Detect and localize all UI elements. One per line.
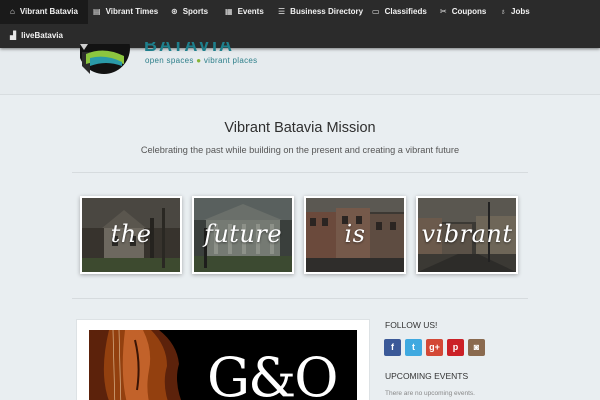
tile-the[interactable]: the xyxy=(80,196,182,274)
ball-icon: ⊛ xyxy=(171,7,178,16)
list-icon: ☰ xyxy=(278,7,286,16)
logo-wordmark: BATAVIA xyxy=(144,42,234,52)
tile-photo: future xyxy=(194,198,292,272)
tagline-separator: ● xyxy=(196,56,202,65)
tile-future[interactable]: future xyxy=(192,196,294,274)
tile-word: is xyxy=(344,220,366,248)
google-plus-icon[interactable]: g+ xyxy=(426,339,443,356)
nav-item-jobs[interactable]: ♁ Jobs xyxy=(500,0,530,24)
upcoming-events-heading: UPCOMING EVENTS xyxy=(385,371,469,381)
document-icon: ▭ xyxy=(372,7,380,16)
nav-item-business-directory[interactable]: ☰ Business Directory xyxy=(278,0,363,24)
nav-label: Classifieds xyxy=(384,7,427,16)
featured-logo-text: G&O xyxy=(207,346,338,400)
divider xyxy=(72,172,528,173)
divider xyxy=(72,298,528,299)
mission-title: Vibrant Batavia Mission xyxy=(224,120,376,136)
follow-us-heading: FOLLOW US! xyxy=(385,320,438,330)
logo-tagline: open spaces ● vibrant places xyxy=(145,56,257,65)
tagline-left: open spaces xyxy=(145,56,194,65)
twitter-icon[interactable]: t xyxy=(405,339,422,356)
tile-word: future xyxy=(203,220,283,248)
tagline-right: vibrant places xyxy=(203,56,258,65)
no-events-text: There are no upcoming events. xyxy=(385,390,475,397)
newspaper-icon: ▤ xyxy=(93,7,101,16)
pinterest-icon[interactable]: p xyxy=(447,339,464,356)
featured-image[interactable]: G&O xyxy=(89,330,357,400)
featured-post: G&O xyxy=(76,319,370,400)
top-navigation: ⌂ Vibrant Batavia ▤ Vibrant Times ⊛ Sports … xyxy=(0,0,600,48)
nav-label: Jobs xyxy=(511,7,530,16)
nav-item-vibrant-batavia[interactable]: ⌂ Vibrant Batavia xyxy=(0,0,88,24)
scissors-icon: ✂ xyxy=(440,7,447,16)
tile-is[interactable]: is xyxy=(304,196,406,274)
nav-label: Vibrant Batavia xyxy=(19,7,78,16)
tile-vibrant[interactable]: vibrant xyxy=(416,196,518,274)
nav-item-sports[interactable]: ⊛ Sports xyxy=(171,0,208,24)
site-logo[interactable] xyxy=(80,44,140,78)
nav-label: Business Directory xyxy=(290,7,364,16)
nav-label: Coupons xyxy=(451,7,487,16)
nav-label: Sports xyxy=(182,7,209,16)
pin-icon: ♁ xyxy=(500,7,506,16)
nav-label: Events xyxy=(237,7,264,16)
nav-item-events[interactable]: ▦ Events xyxy=(225,0,264,24)
instagram-icon[interactable]: ◙ xyxy=(468,339,485,356)
logo-emblem xyxy=(80,44,130,74)
tile-photo: is xyxy=(306,198,404,272)
signal-icon: ▟ xyxy=(10,31,17,40)
home-icon: ⌂ xyxy=(10,7,15,16)
facebook-icon[interactable]: f xyxy=(384,339,401,356)
tile-word: the xyxy=(110,220,152,248)
tile-photo: vibrant xyxy=(418,198,516,272)
nav-item-vibrant-times[interactable]: ▤ Vibrant Times xyxy=(93,0,158,24)
nav-label: liveBatavia xyxy=(21,31,63,40)
calendar-icon: ▦ xyxy=(225,7,233,16)
tile-photo: the xyxy=(82,198,180,272)
mission-subtitle: Celebrating the past while building on t… xyxy=(140,145,460,155)
nav-item-livebatavia[interactable]: ▟ liveBatavia xyxy=(10,24,63,48)
nav-item-coupons[interactable]: ✂ Coupons xyxy=(440,0,486,24)
tile-word: vibrant xyxy=(421,220,513,248)
nav-item-classifieds[interactable]: ▭ Classifieds xyxy=(372,0,427,24)
nav-label: Vibrant Times xyxy=(105,7,159,16)
